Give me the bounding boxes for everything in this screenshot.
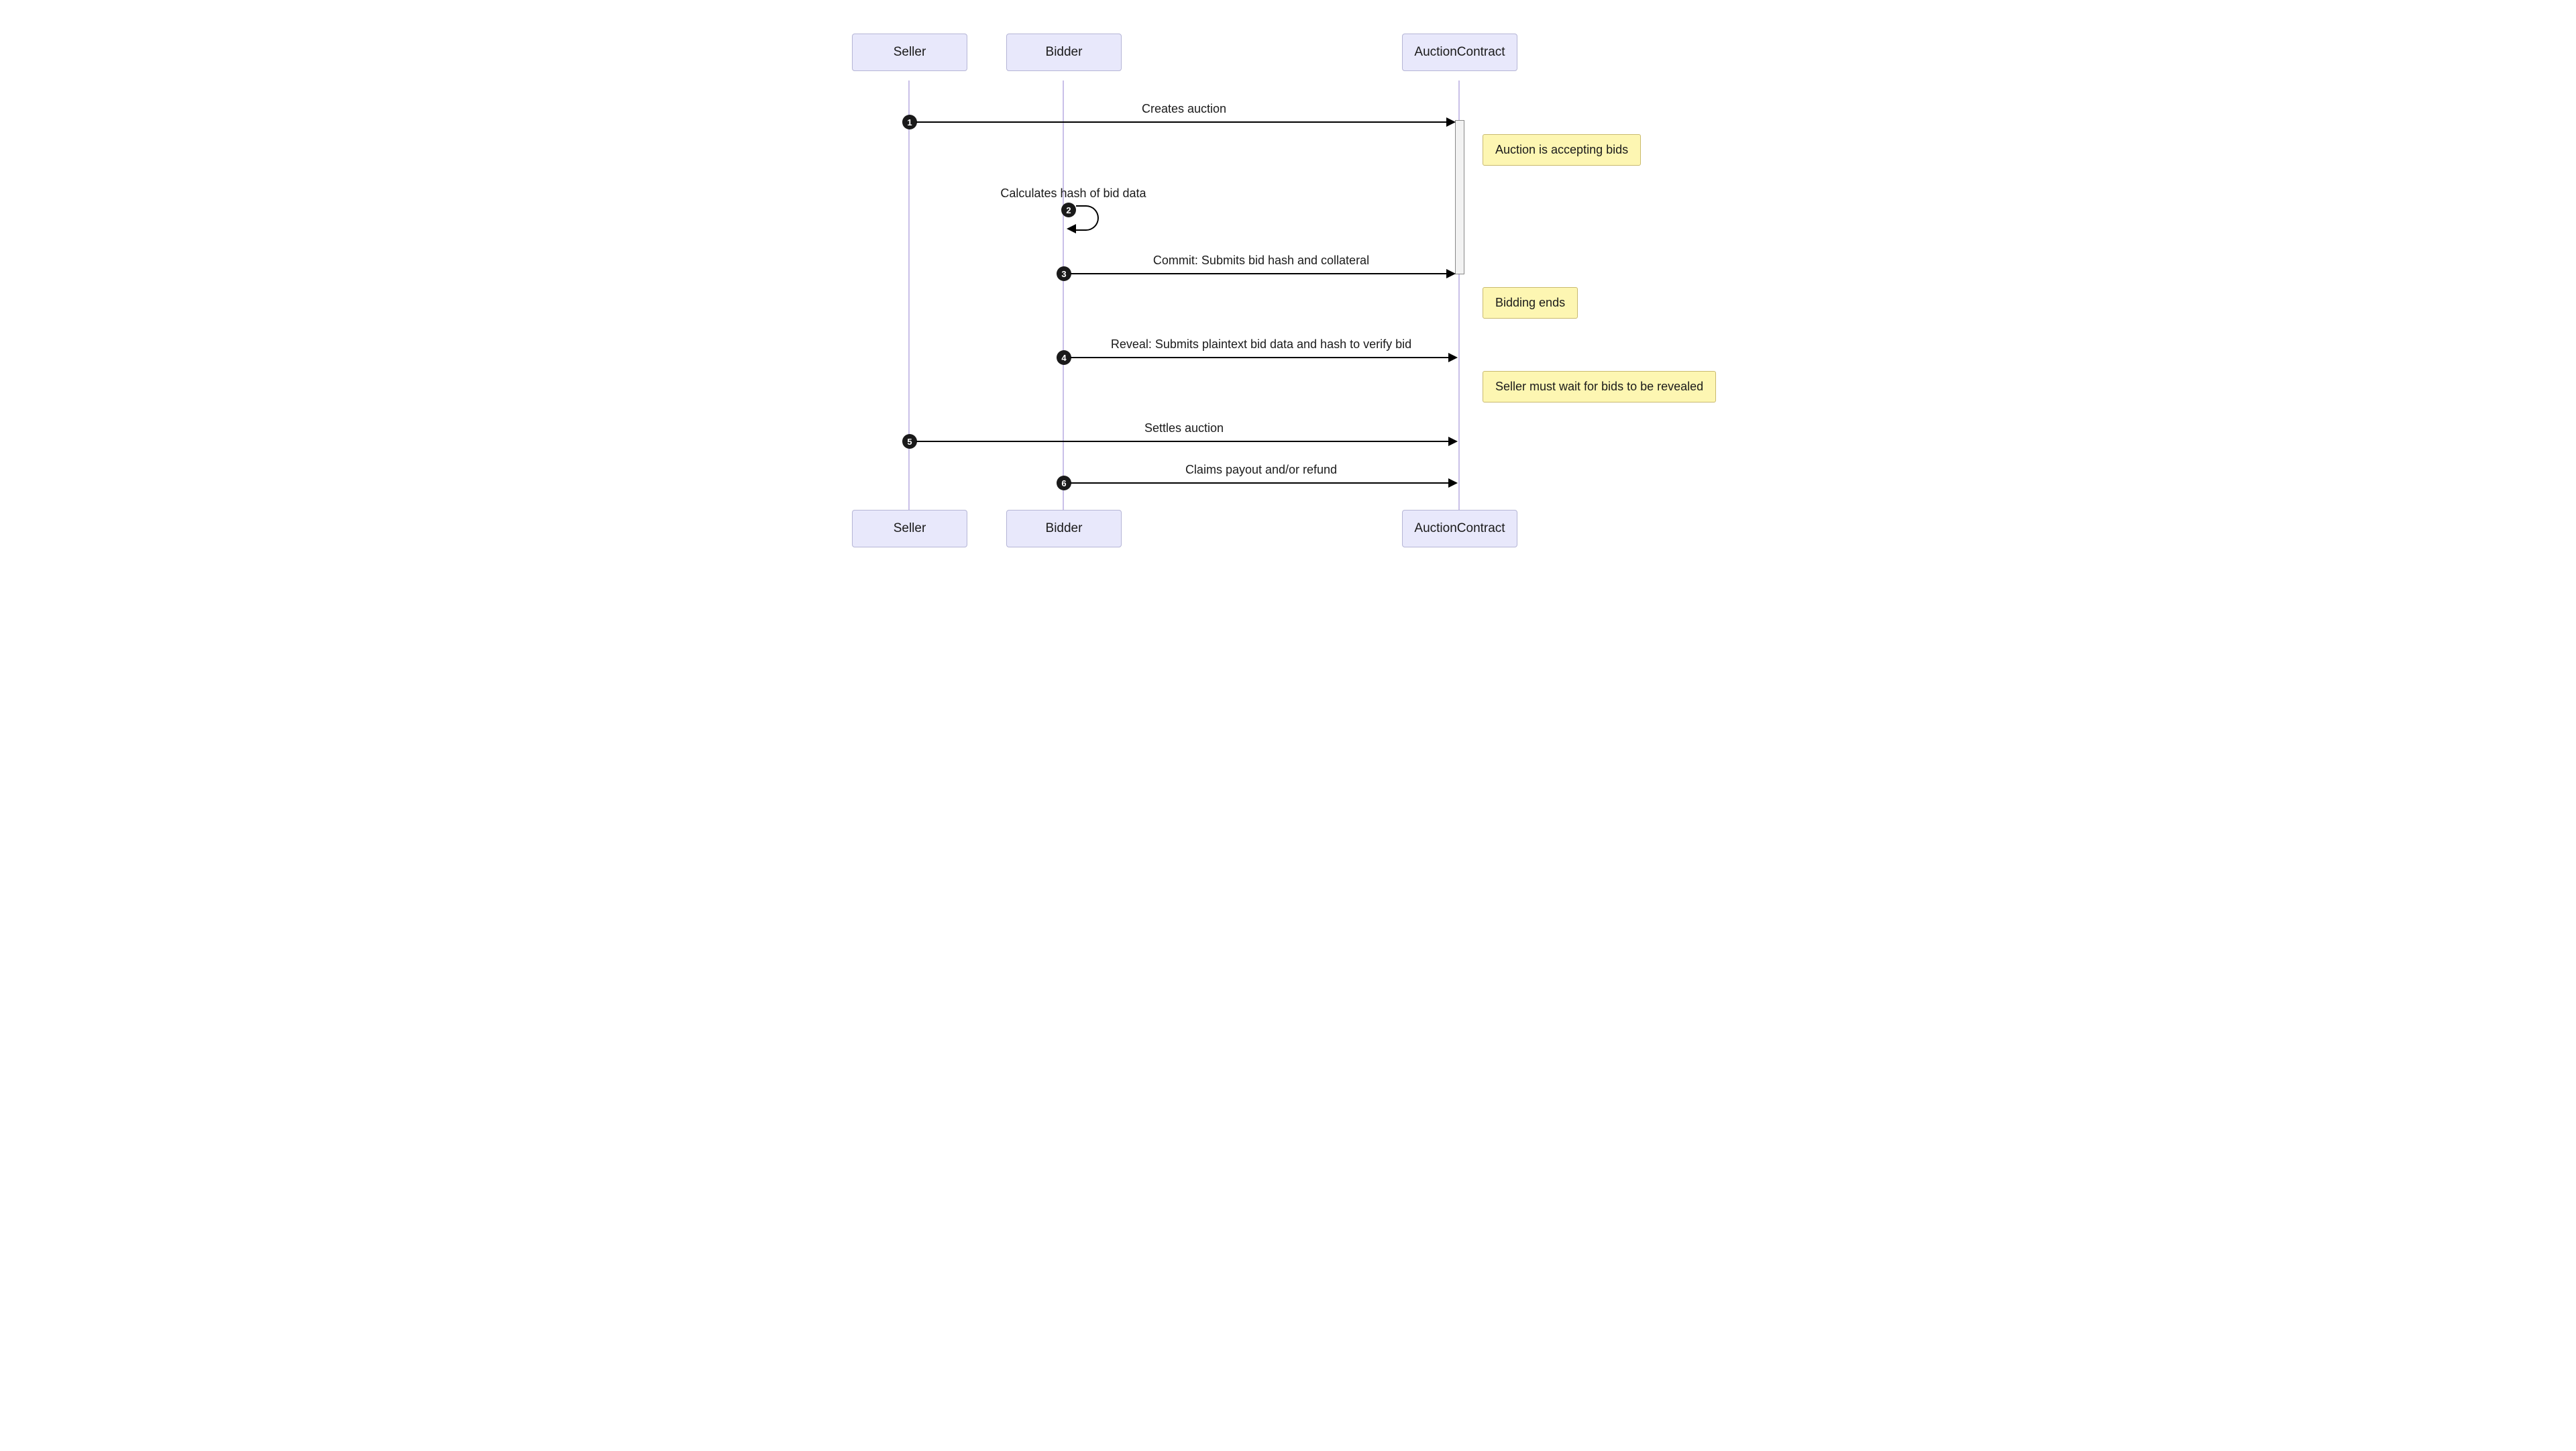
note-accepting-bids: Auction is accepting bids bbox=[1483, 134, 1641, 166]
note-wait-reveal: Seller must wait for bids to be revealed bbox=[1483, 371, 1716, 402]
lifeline-bidder bbox=[1063, 80, 1064, 510]
arrow-4-head bbox=[1448, 353, 1458, 362]
actor-contract-top: AuctionContract bbox=[1402, 34, 1517, 71]
msg-label-1: Creates auction bbox=[1142, 102, 1226, 116]
seq-num-5: 5 bbox=[902, 434, 917, 449]
arrow-1-line bbox=[916, 121, 1448, 123]
seq-num-6: 6 bbox=[1057, 476, 1071, 490]
msg-label-2: Calculates hash of bid data bbox=[1000, 186, 1146, 201]
seq-num-3: 3 bbox=[1057, 266, 1071, 281]
actor-contract-bottom: AuctionContract bbox=[1402, 510, 1517, 547]
self-loop-2 bbox=[1076, 205, 1099, 231]
msg-label-5: Settles auction bbox=[1144, 421, 1224, 435]
actor-seller-top: Seller bbox=[852, 34, 967, 71]
msg-label-3: Commit: Submits bid hash and collateral bbox=[1153, 254, 1369, 268]
seq-num-1: 1 bbox=[902, 115, 917, 129]
arrow-1-head bbox=[1446, 117, 1456, 127]
arrow-3-line bbox=[1071, 273, 1448, 274]
arrow-4-line bbox=[1071, 357, 1450, 358]
actor-bidder-bottom: Bidder bbox=[1006, 510, 1122, 547]
arrow-5-line bbox=[916, 441, 1450, 442]
msg-label-6: Claims payout and/or refund bbox=[1185, 463, 1337, 477]
seq-num-2: 2 bbox=[1061, 203, 1076, 217]
arrow-3-head bbox=[1446, 269, 1456, 278]
arrow-5-head bbox=[1448, 437, 1458, 446]
seq-num-4: 4 bbox=[1057, 350, 1071, 365]
actor-seller-bottom: Seller bbox=[852, 510, 967, 547]
arrow-6-head bbox=[1448, 478, 1458, 488]
actor-bidder-top: Bidder bbox=[1006, 34, 1122, 71]
note-bidding-ends: Bidding ends bbox=[1483, 287, 1578, 319]
activation-contract bbox=[1455, 120, 1464, 274]
sequence-diagram: Seller Bidder AuctionContract Creates au… bbox=[818, 27, 1758, 563]
msg-label-4: Reveal: Submits plaintext bid data and h… bbox=[1111, 337, 1411, 352]
arrow-6-line bbox=[1071, 482, 1450, 484]
self-loop-2-head bbox=[1067, 224, 1076, 233]
